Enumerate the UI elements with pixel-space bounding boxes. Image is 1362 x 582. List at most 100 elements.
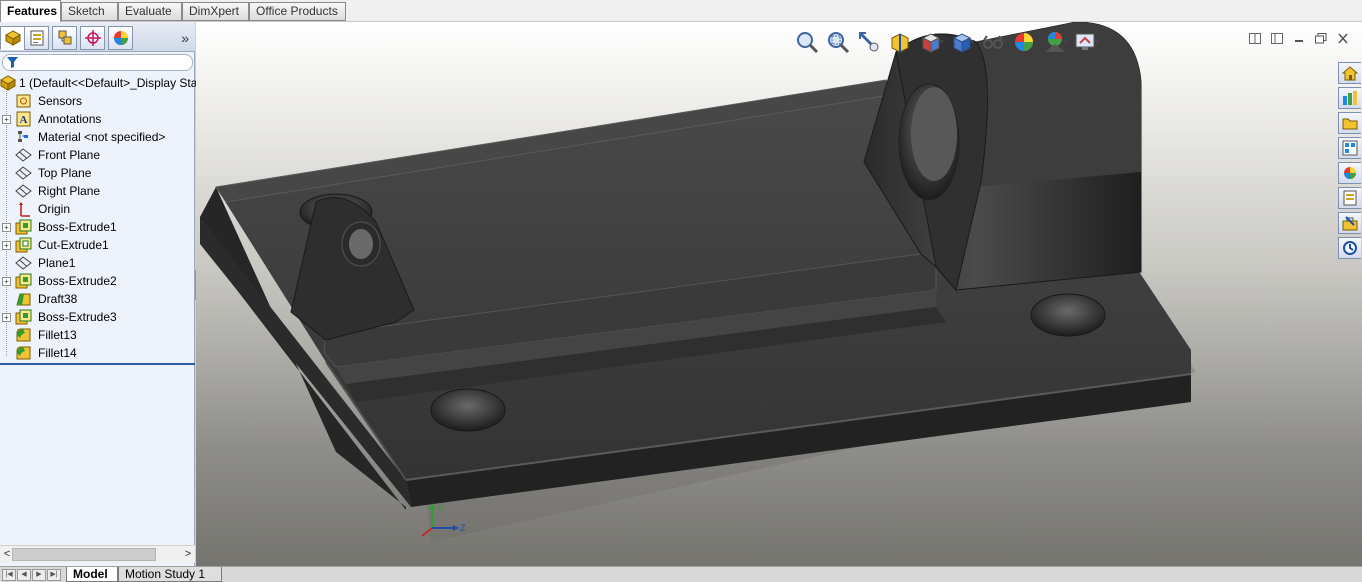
feature-manager-icon — [4, 30, 21, 46]
sensors-icon — [16, 94, 31, 108]
tree-item-label: Annotations — [38, 112, 102, 126]
split-view-left-button[interactable] — [1244, 30, 1266, 46]
svg-text:A: A — [20, 114, 28, 126]
minimize-icon — [1295, 39, 1303, 42]
task-pane-appearances[interactable] — [1338, 162, 1361, 184]
apply-scene-button[interactable]: ▼ — [1039, 28, 1070, 56]
tree-item-material[interactable]: Material <not specified> — [0, 128, 195, 146]
feature-filter-input[interactable] — [2, 54, 193, 71]
view-palette-icon — [1342, 140, 1358, 156]
tree-item-label: Cut-Extrude1 — [38, 238, 109, 252]
zoom-to-area-icon — [827, 32, 849, 54]
3d-model[interactable] — [196, 22, 1362, 566]
zoom-to-fit-button[interactable] — [791, 28, 822, 56]
mounting-hole — [430, 388, 506, 432]
split-view-right-button[interactable] — [1266, 30, 1288, 46]
expand-toggle[interactable]: + — [2, 313, 11, 322]
reference-triad: Y Z — [421, 503, 466, 537]
expand-toggle[interactable]: + — [2, 277, 11, 286]
tree-item-boss-extrude1[interactable]: + Boss-Extrude1 — [0, 218, 195, 236]
hide-show-items-button[interactable]: ▼ — [977, 28, 1008, 56]
prev-tab-button[interactable]: ◀ — [17, 569, 31, 581]
feature-manager-tab[interactable] — [0, 26, 25, 50]
tree-root-label: 1 (Default<<Default>_Display State — [19, 76, 208, 90]
tree-item-label: Boss-Extrude3 — [38, 310, 117, 324]
dimxpert-manager-tab[interactable] — [80, 26, 105, 50]
last-tab-button[interactable]: ▶| — [47, 569, 61, 581]
tab-motion-study-1[interactable]: Motion Study 1 — [118, 567, 222, 582]
plane-icon — [15, 184, 32, 198]
edit-appearance-button[interactable] — [1008, 28, 1039, 56]
tree-item-sensors[interactable]: Sensors — [0, 92, 195, 110]
configuration-manager-tab[interactable] — [52, 26, 77, 50]
fillet-icon — [16, 328, 31, 342]
scroll-right-arrow[interactable]: > — [181, 547, 195, 562]
task-pane-file-explorer[interactable] — [1338, 112, 1361, 134]
graphics-area[interactable]: ▼ ▼ ▼ ▼ ▼ Y Z — [196, 22, 1362, 566]
restore-button[interactable] — [1310, 30, 1332, 46]
tree-item-front-plane[interactable]: Front Plane — [0, 146, 195, 164]
tree-item-plane1[interactable]: Plane1 — [0, 254, 195, 272]
display-style-button[interactable]: ▼ — [946, 28, 977, 56]
tree-horizontal-scrollbar[interactable]: < > — [0, 545, 195, 563]
draft-icon — [16, 293, 31, 306]
tree-item-label: Sensors — [38, 94, 83, 108]
tree-item-top-plane[interactable]: Top Plane — [0, 164, 195, 182]
plane-icon — [15, 166, 32, 180]
part-icon — [0, 75, 17, 91]
expand-toggle[interactable]: + — [2, 241, 11, 250]
tree-item-origin[interactable]: Origin — [0, 200, 195, 218]
triad-z-label: Z — [460, 523, 466, 533]
tree-item-fillet13[interactable]: Fillet13 — [0, 326, 195, 344]
tree-item-right-plane[interactable]: Right Plane — [0, 182, 195, 200]
zoom-to-area-button[interactable] — [822, 28, 853, 56]
tree-item-fillet14[interactable]: Fillet14 — [0, 344, 195, 362]
panel-more-chevron[interactable]: » — [181, 30, 189, 46]
tree-item-boss-extrude2[interactable]: + Boss-Extrude2 — [0, 272, 195, 290]
view-settings-button[interactable]: ▼ — [1070, 28, 1101, 56]
section-view-button[interactable] — [884, 28, 915, 56]
tree-item-draft38[interactable]: Draft38 — [0, 290, 195, 308]
home-icon — [1342, 66, 1358, 81]
task-pane-view-palette[interactable] — [1338, 137, 1361, 159]
toolbox-icon — [1342, 216, 1358, 231]
minimize-button[interactable] — [1288, 30, 1310, 46]
task-pane-recorder[interactable] — [1338, 237, 1361, 259]
task-pane-custom-properties[interactable] — [1338, 187, 1361, 209]
tab-features[interactable]: Features — [0, 0, 61, 22]
rollback-bar[interactable] — [0, 363, 195, 365]
tab-sketch[interactable]: Sketch — [61, 2, 118, 21]
tree-item-label: Boss-Extrude1 — [38, 220, 117, 234]
tree-item-boss-extrude3[interactable]: + Boss-Extrude3 — [0, 308, 195, 326]
display-manager-tab[interactable] — [108, 26, 133, 50]
zoom-to-fit-icon — [796, 32, 818, 54]
split-left-icon — [1249, 32, 1261, 44]
task-pane-design-library[interactable] — [1338, 87, 1361, 109]
expand-toggle[interactable]: + — [2, 223, 11, 232]
close-button[interactable] — [1332, 30, 1354, 46]
task-pane-home[interactable] — [1338, 62, 1361, 84]
tree-item-annotations[interactable]: + A Annotations — [0, 110, 195, 128]
tree-item-label: Plane1 — [38, 256, 76, 270]
plane-icon — [15, 256, 32, 270]
scroll-thumb[interactable] — [12, 548, 156, 561]
section-view-icon — [891, 33, 908, 53]
tab-model[interactable]: Model — [66, 567, 118, 582]
first-tab-button[interactable]: |◀ — [2, 569, 16, 581]
edit-appearance-icon — [1014, 33, 1033, 51]
tab-office-products[interactable]: Office Products — [249, 2, 346, 21]
recorder-icon — [1343, 241, 1357, 255]
restore-icon — [1315, 32, 1327, 43]
tree-root-part[interactable]: 1 (Default<<Default>_Display State — [0, 74, 207, 92]
task-pane-toolbox[interactable] — [1338, 212, 1361, 234]
tree-item-cut-extrude1[interactable]: + Cut-Extrude1 — [0, 236, 195, 254]
material-icon — [18, 131, 28, 142]
previous-view-button[interactable] — [853, 28, 884, 56]
tab-dimxpert[interactable]: DimXpert — [182, 2, 249, 21]
view-orientation-button[interactable]: ▼ — [915, 28, 946, 56]
next-tab-button[interactable]: ▶ — [32, 569, 46, 581]
cut-extrude-icon — [15, 237, 32, 253]
expand-toggle[interactable]: + — [2, 115, 11, 124]
tab-evaluate[interactable]: Evaluate — [118, 2, 182, 21]
property-manager-tab[interactable] — [24, 26, 49, 50]
